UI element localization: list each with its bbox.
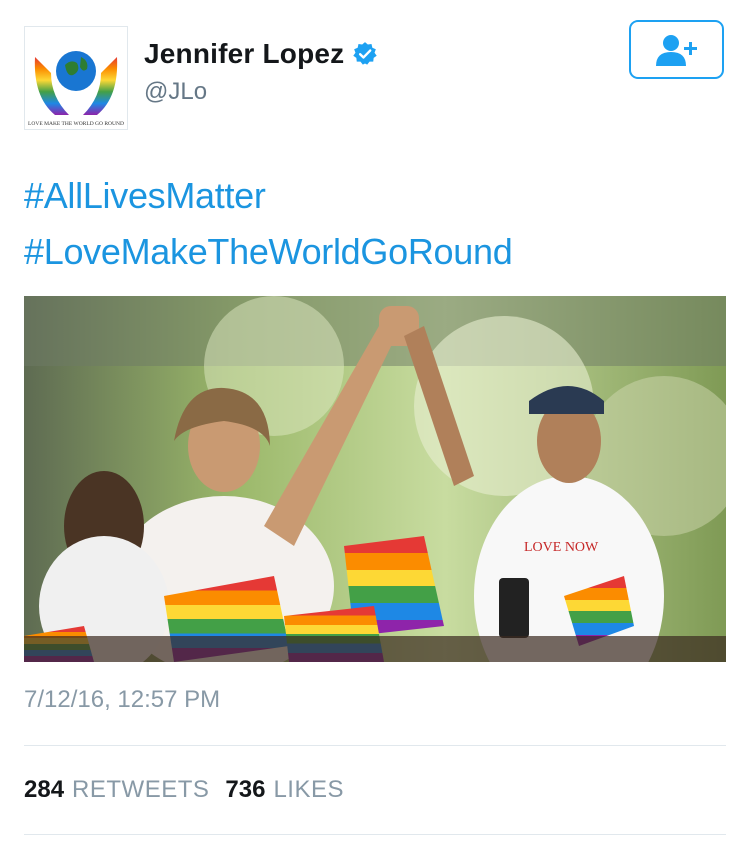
hashtag-link[interactable]: #LoveMakeTheWorldGoRound xyxy=(24,224,726,280)
avatar[interactable]: LOVE MAKE THE WORLD GO ROUND xyxy=(24,26,128,130)
likes-label[interactable]: LIKES xyxy=(273,776,344,804)
follow-button[interactable] xyxy=(629,20,724,79)
svg-text:LOVE NOW: LOVE NOW xyxy=(524,540,599,555)
verified-badge-icon xyxy=(353,42,378,65)
tweet-photo[interactable]: LOVE NOW xyxy=(24,296,726,662)
user-handle[interactable]: @JLo xyxy=(144,78,207,106)
display-name[interactable]: Jennifer Lopez xyxy=(144,38,344,70)
avatar-image: LOVE MAKE THE WORLD GO ROUND xyxy=(25,27,127,129)
divider xyxy=(24,745,726,746)
avatar-caption: LOVE MAKE THE WORLD GO ROUND xyxy=(28,121,124,127)
tweet-stats: 284 RETWEETS 736 LIKES xyxy=(24,776,360,804)
name-row: Jennifer Lopez xyxy=(144,38,378,70)
tweet-header: LOVE MAKE THE WORLD GO ROUND Jennifer Lo… xyxy=(24,20,726,130)
add-user-icon xyxy=(655,34,697,66)
hashtag-link[interactable]: #AllLivesMatter xyxy=(24,168,726,224)
likes-count[interactable]: 736 xyxy=(225,776,265,804)
retweets-count[interactable]: 284 xyxy=(24,776,64,804)
tweet-text: #AllLivesMatter #LoveMakeTheWorldGoRound xyxy=(24,168,726,280)
tweet-timestamp: 7/12/16, 12:57 PM xyxy=(24,686,221,713)
divider xyxy=(24,834,726,835)
retweets-label[interactable]: RETWEETS xyxy=(72,776,209,804)
photo-image: LOVE NOW xyxy=(24,296,726,662)
